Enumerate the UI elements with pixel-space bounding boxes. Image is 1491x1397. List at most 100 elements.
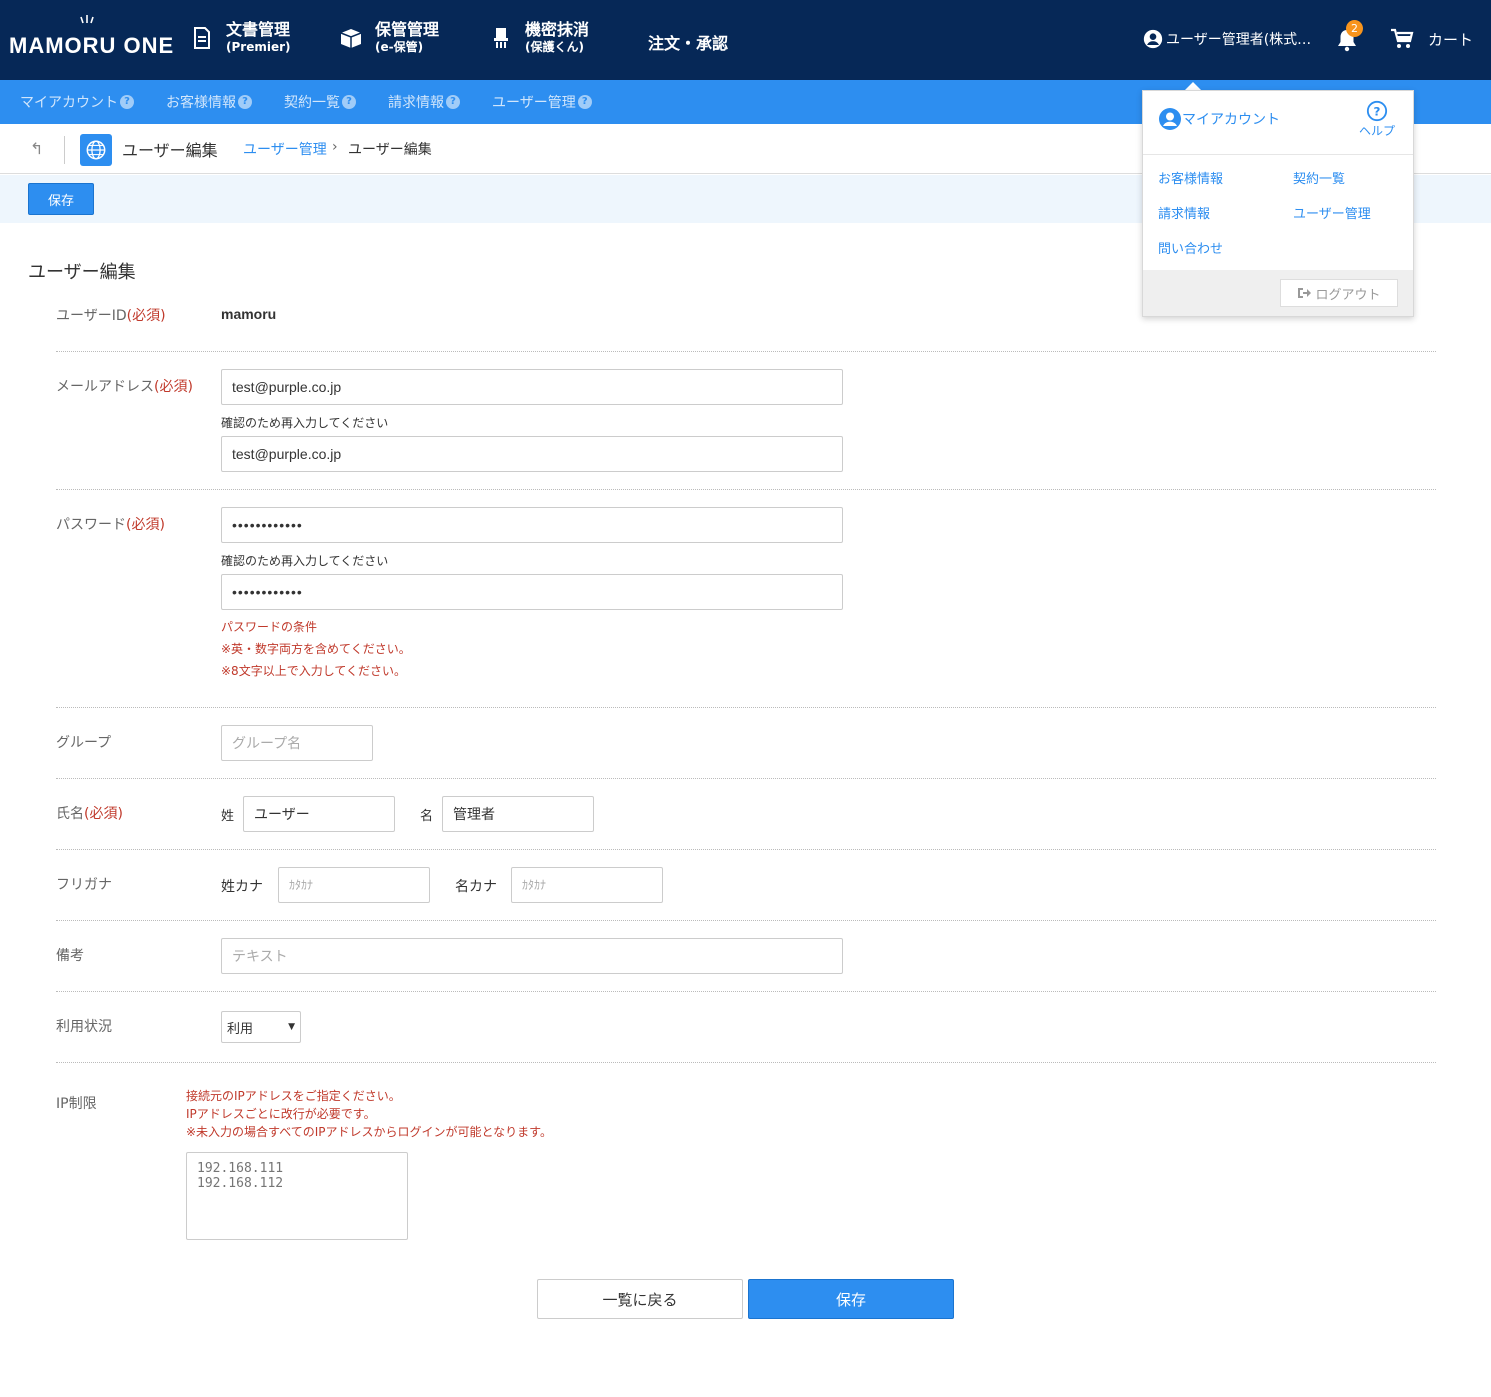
group-label: グループ <box>56 735 112 751</box>
divider <box>56 991 1436 992</box>
save-button-top[interactable]: 保存 <box>28 183 94 215</box>
ip-note-line: ※未入力の場合すべてのIPアドレスからログインが可能となります。 <box>186 1125 552 1139</box>
nav-main-label: 文書管理 <box>226 20 291 39</box>
logout-button[interactable]: ログアウト <box>1280 279 1398 307</box>
note-input[interactable] <box>221 938 843 974</box>
page-title: ユーザー編集 <box>122 141 218 160</box>
user-id-label: ユーザーID(必須) <box>56 308 166 324</box>
nav-document-management[interactable]: 文書管理 (Premier) <box>190 20 291 55</box>
user-id-value: mamoru <box>221 306 277 322</box>
dropdown-link-user-management[interactable]: ユーザー管理 <box>1293 203 1371 222</box>
ip-label: IP制限 <box>56 1096 97 1112</box>
dropdown-help[interactable]: ? ヘルプ <box>1359 100 1395 139</box>
user-menu[interactable]: ユーザー管理者(株式… <box>1142 28 1311 50</box>
first-kana-label: 名カナ <box>455 879 497 895</box>
subnav-contracts[interactable]: 契約一覧? <box>284 92 356 112</box>
dropdown-my-account[interactable]: マイアカウント <box>1158 107 1280 131</box>
box-icon <box>340 28 362 48</box>
dropdown-header: マイアカウント ? ヘルプ <box>1143 91 1413 155</box>
first-name-label: 名 <box>420 809 434 824</box>
breadcrumb-current: ユーザー編集 <box>348 142 432 158</box>
nav-storage-management[interactable]: 保管管理 (e-保管) <box>339 20 439 55</box>
breadcrumb-link-user-management[interactable]: ユーザー管理 <box>243 139 327 159</box>
password-confirm-field[interactable] <box>221 574 843 610</box>
question-icon[interactable]: ? <box>342 95 356 109</box>
question-icon[interactable]: ? <box>238 95 252 109</box>
question-icon[interactable]: ? <box>577 95 592 109</box>
document-icon <box>194 26 210 49</box>
email-label: メールアドレス(必須) <box>56 379 193 395</box>
divider <box>64 136 65 164</box>
back-to-list-button[interactable]: 一覧に戻る <box>537 1279 743 1319</box>
last-kana-input[interactable] <box>278 867 430 903</box>
dropdown-help-label: ヘルプ <box>1359 124 1396 138</box>
notification-badge: 2 <box>1346 20 1363 37</box>
account-dropdown: マイアカウント ? ヘルプ お客様情報 契約一覧 請求情報 ユーザー管理 問い合… <box>1142 90 1414 317</box>
group-input[interactable] <box>221 725 373 761</box>
divider <box>56 778 1436 779</box>
divider <box>56 707 1436 708</box>
logo-rays-icon <box>80 15 94 24</box>
last-name-input[interactable] <box>243 796 395 832</box>
app-logo[interactable]: MAMORU ONE <box>9 33 174 59</box>
breadcrumb-separator: › <box>332 139 338 155</box>
nav-confidential-disposal[interactable]: 機密抹消 (保護くん) <box>489 20 589 55</box>
question-icon[interactable]: ? <box>446 95 460 109</box>
help-icon: ? <box>1366 100 1388 122</box>
password-rules: パスワードの条件 ※英・数字両方を含めてください。 ※8文字以上で入力してくださ… <box>221 616 411 682</box>
user-circle-icon <box>1143 29 1163 49</box>
subnav-billing[interactable]: 請求情報? <box>388 92 460 112</box>
required-mark: (必須) <box>154 379 193 395</box>
password-field[interactable] <box>221 507 843 543</box>
name-label: 氏名(必須) <box>56 806 123 822</box>
user-name: ユーザー管理者(株式… <box>1166 32 1312 48</box>
email-confirm-note: 確認のため再入力してください <box>221 416 389 430</box>
password-rule-title: パスワードの条件 <box>221 620 318 634</box>
furigana-label: フリガナ <box>56 877 112 893</box>
dropdown-link-customer-info[interactable]: お客様情報 <box>1158 168 1223 187</box>
subnav-user-management[interactable]: ユーザー管理? <box>492 92 592 112</box>
subnav-label: 請求情報 <box>388 95 444 111</box>
nav-order-approval[interactable]: 注文・承認 <box>648 30 728 54</box>
dropdown-link-contracts[interactable]: 契約一覧 <box>1293 168 1345 187</box>
dropdown-footer: ログアウト <box>1143 270 1413 316</box>
top-bar: MAMORU ONE 文書管理 (Premier) 保管管理 (e-保管) 機密… <box>0 0 1491 80</box>
nav-sub-label: (Premier) <box>226 40 291 54</box>
back-arrow-icon[interactable]: ↰ <box>30 139 43 158</box>
password-label: パスワード(必須) <box>56 517 165 533</box>
svg-text:?: ? <box>1374 105 1381 119</box>
cart-icon <box>1391 28 1414 48</box>
dropdown-link-billing[interactable]: 請求情報 <box>1158 203 1210 222</box>
subnav-customer-info[interactable]: お客様情報? <box>166 92 252 112</box>
dropdown-my-account-label: マイアカウント <box>1182 112 1280 128</box>
status-label: 利用状況 <box>56 1019 112 1035</box>
subnav-label: ユーザー管理 <box>492 95 576 111</box>
question-icon[interactable]: ? <box>120 95 134 109</box>
nav-main-label: 機密抹消 <box>525 20 590 39</box>
divider <box>56 920 1436 921</box>
cart-link[interactable]: カート <box>1390 28 1473 50</box>
dropdown-link-contact[interactable]: 問い合わせ <box>1158 238 1223 257</box>
nav-sub-label: (e-保管) <box>375 40 424 54</box>
ip-textarea[interactable] <box>186 1152 408 1240</box>
ip-notes: 接続元のIPアドレスをご指定ください。 IPアドレスごとに改行が必要です。 ※未… <box>186 1087 552 1141</box>
status-select[interactable]: 利用 ▼ <box>221 1011 301 1043</box>
password-rule-item: ※8文字以上で入力してください。 <box>221 664 406 678</box>
last-name-label: 姓 <box>221 809 235 824</box>
last-kana-label: 姓カナ <box>221 879 263 895</box>
email-confirm-field[interactable] <box>221 436 843 472</box>
divider <box>56 351 1436 352</box>
nav-main-label: 保管管理 <box>375 20 440 39</box>
divider <box>56 489 1436 490</box>
ip-note-line: 接続元のIPアドレスをご指定ください。 <box>186 1089 401 1103</box>
password-rule-item: ※英・数字両方を含めてください。 <box>221 642 411 656</box>
subnav-my-account[interactable]: マイアカウント? <box>20 92 134 112</box>
first-kana-input[interactable] <box>511 867 663 903</box>
subnav-label: マイアカウント <box>20 95 118 111</box>
subnav-label: お客様情報 <box>166 95 236 111</box>
save-button[interactable]: 保存 <box>748 1279 954 1319</box>
first-name-input[interactable] <box>442 796 594 832</box>
email-field[interactable] <box>221 369 843 405</box>
subnav-label: 契約一覧 <box>284 95 340 111</box>
divider <box>56 1062 1436 1063</box>
